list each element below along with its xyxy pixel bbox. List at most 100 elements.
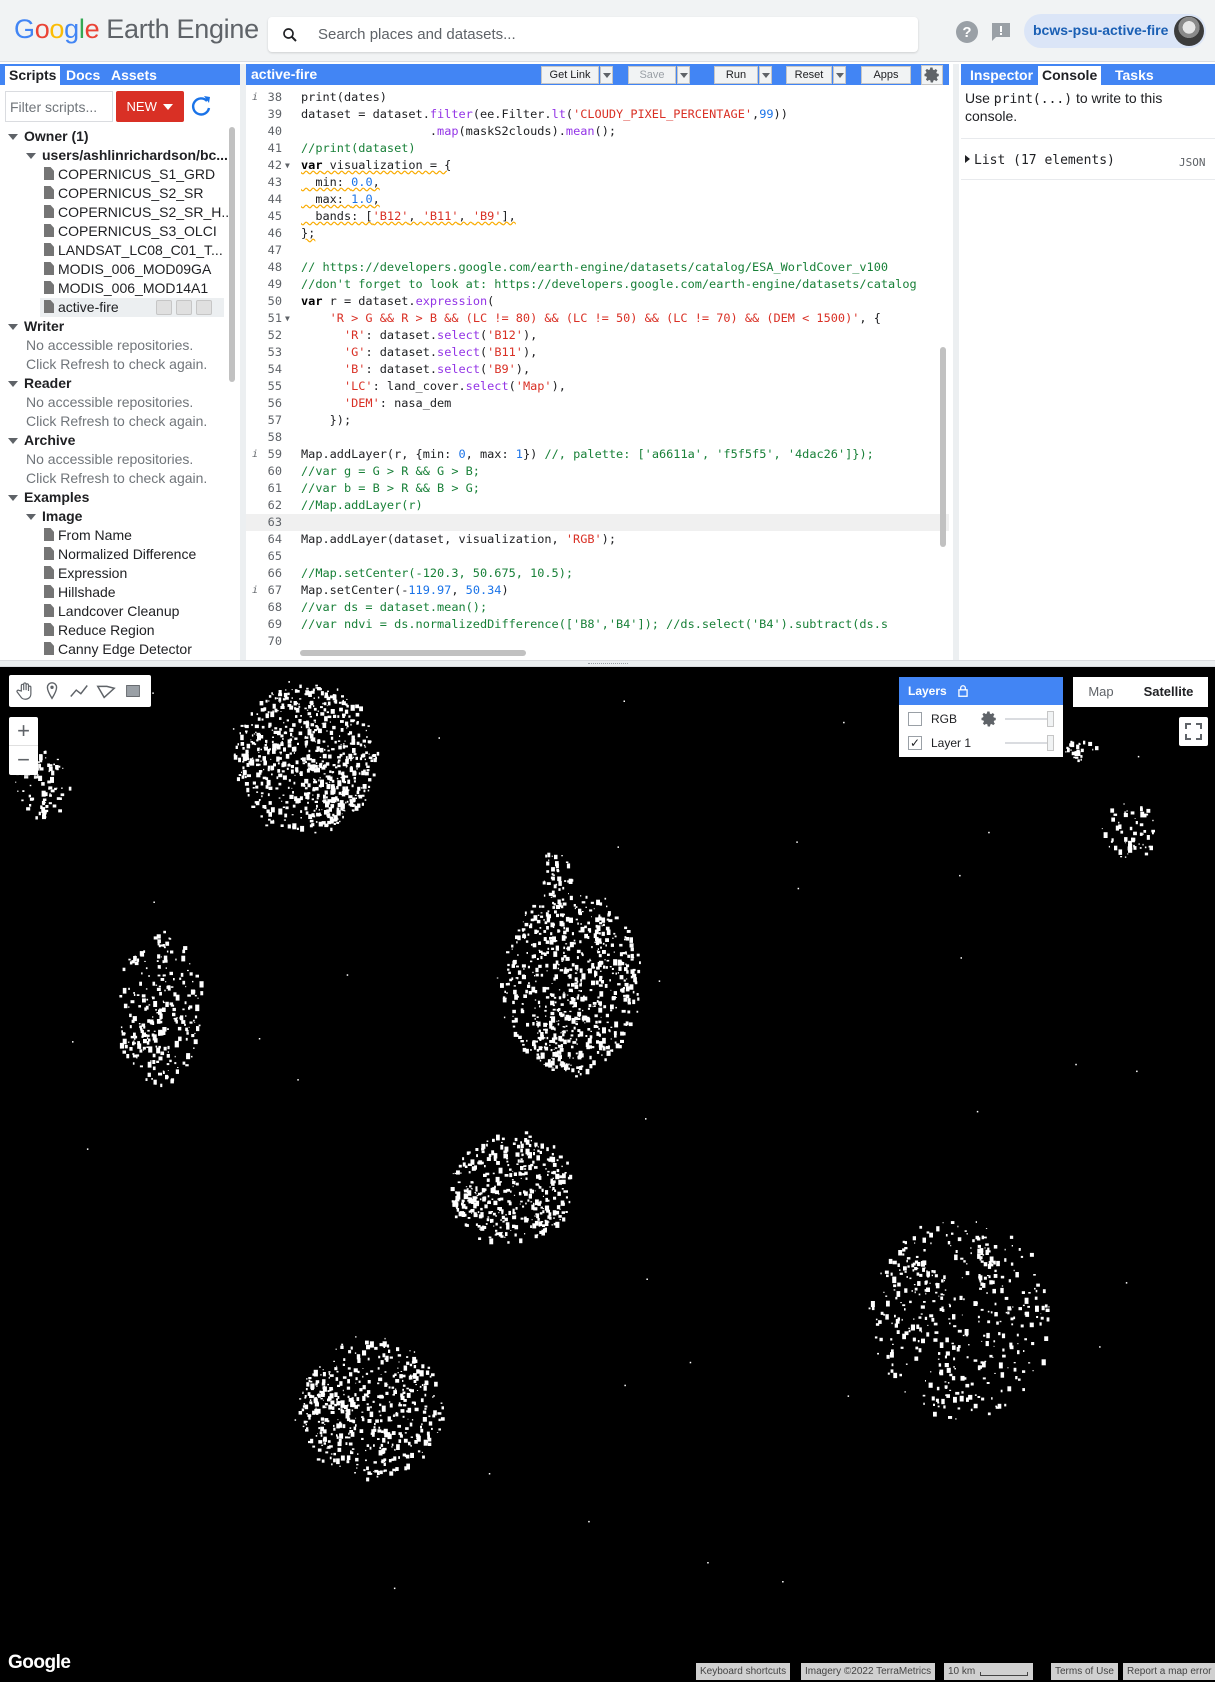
rectangle-icon[interactable]	[122, 680, 144, 702]
info-marker-icon[interactable]: i	[252, 89, 258, 106]
code-line[interactable]: 40 .map(maskS2clouds).mean();	[246, 123, 949, 140]
tree-script-item[interactable]: active-fire	[40, 298, 224, 317]
opacity-slider-handle[interactable]	[1047, 711, 1054, 727]
json-toggle[interactable]: JSON	[1179, 156, 1206, 169]
code-line[interactable]: 46};	[246, 225, 949, 242]
scale-bar[interactable]: 10 km	[944, 1663, 1033, 1680]
tree-script-item[interactable]: Hillshade	[44, 583, 116, 602]
search-input[interactable]	[318, 17, 908, 52]
code-line[interactable]: 69 //var ndvi = ds.normalizedDifference([…	[246, 616, 949, 633]
tree-section[interactable]: Archive	[8, 431, 75, 450]
code-line[interactable]: 62 //Map.addLayer(r)	[246, 497, 949, 514]
tree-section[interactable]: Reader	[8, 374, 71, 393]
feedback-icon[interactable]	[989, 20, 1013, 44]
delete-icon[interactable]	[196, 300, 212, 315]
layer-checkbox-layer1[interactable]: ✓	[908, 736, 922, 750]
code-line[interactable]: 49 //don't forget to look at: https://dev…	[246, 276, 949, 293]
expand-arrow-icon[interactable]	[8, 438, 18, 444]
tree-script-item[interactable]: COPERNICUS_S1_GRD	[44, 165, 215, 184]
editor-settings-button[interactable]	[921, 65, 943, 85]
tree-script-item[interactable]: COPERNICUS_S2_SR	[44, 184, 204, 203]
expand-arrow-icon[interactable]	[8, 134, 18, 140]
layer-settings-gear-icon[interactable]	[980, 710, 998, 728]
reset-button[interactable]: Reset	[786, 66, 832, 84]
tree-script-item[interactable]: MODIS_006_MOD14A1	[44, 279, 208, 298]
left-scrollbar[interactable]	[229, 127, 235, 382]
layer-checkbox-rgb[interactable]	[908, 712, 922, 726]
tree-script-item[interactable]: MODIS_006_MOD09GA	[44, 260, 211, 279]
apps-button[interactable]: Apps	[861, 66, 911, 84]
code-line[interactable]: 44 max: 1.0,	[246, 191, 949, 208]
editor-vertical-scrollbar[interactable]	[940, 347, 946, 547]
help-icon[interactable]: ?	[955, 20, 979, 44]
right-splitter[interactable]	[953, 64, 959, 660]
code-line[interactable]: 58	[246, 429, 949, 446]
tree-script-item[interactable]: Reduce Region	[44, 621, 155, 640]
tab-assets[interactable]: Assets	[107, 66, 161, 85]
code-line[interactable]: 57 });	[246, 412, 949, 429]
get-link-dropdown[interactable]	[600, 66, 613, 84]
code-line[interactable]: 64 Map.addLayer(dataset, visualization, '…	[246, 531, 949, 548]
fold-arrow-icon[interactable]: ▼	[285, 157, 290, 174]
code-line[interactable]: 52 'R': dataset.select('B12'),	[246, 327, 949, 344]
account-chip[interactable]: bcws-psu-active-fire	[1024, 14, 1206, 48]
tree-script-item[interactable]: From Name	[44, 526, 132, 545]
tree-script-item[interactable]: LANDSAT_LC08_C01_T...	[44, 241, 223, 260]
code-line[interactable]: 56 'DEM': nasa_dem	[246, 395, 949, 412]
code-line[interactable]: 45 bands: ['B12', 'B11', 'B9'],	[246, 208, 949, 225]
terms-link[interactable]: Terms of Use	[1051, 1663, 1118, 1680]
pan-hand-icon[interactable]	[14, 680, 36, 702]
tree-script-item[interactable]: COPERNICUS_S3_OLCI	[44, 222, 217, 241]
keyboard-shortcuts-link[interactable]: Keyboard shortcuts	[696, 1663, 791, 1680]
earth-engine-logo[interactable]: Google Earth Engine	[14, 14, 259, 45]
tab-scripts[interactable]: Scripts	[5, 66, 61, 85]
expand-arrow-icon[interactable]	[26, 514, 36, 520]
code-line[interactable]: 41 //print(dataset)	[246, 140, 949, 157]
code-line[interactable]: 54 'B': dataset.select('B9'),	[246, 361, 949, 378]
info-marker-icon[interactable]: i	[252, 446, 258, 463]
report-map-error-link[interactable]: Report a map error	[1123, 1663, 1215, 1680]
code-line[interactable]: 67 i Map.setCenter(-119.97, 50.34)	[246, 582, 949, 599]
code-line[interactable]: 63	[246, 514, 949, 531]
code-line[interactable]: 47	[246, 242, 949, 259]
avatar[interactable]	[1174, 16, 1204, 46]
expand-arrow-icon[interactable]	[26, 153, 36, 159]
code-line[interactable]: 53 'G': dataset.select('B11'),	[246, 344, 949, 361]
code-line[interactable]: 70	[246, 633, 949, 645]
opacity-slider-track[interactable]	[1005, 742, 1051, 744]
tree-section[interactable]: Writer	[8, 317, 64, 336]
lock-icon[interactable]	[956, 684, 970, 698]
save-button[interactable]: Save	[628, 66, 676, 84]
editor-horizontal-scrollbar[interactable]	[300, 650, 526, 656]
marker-icon[interactable]	[41, 680, 63, 702]
info-marker-icon[interactable]: i	[252, 582, 258, 599]
run-button[interactable]: Run	[714, 66, 758, 84]
map-splitter[interactable]	[0, 660, 1215, 667]
reset-dropdown[interactable]	[833, 66, 846, 84]
filter-scripts-input[interactable]	[5, 91, 113, 122]
refresh-icon[interactable]	[188, 91, 215, 122]
tab-console[interactable]: Console	[1038, 66, 1102, 85]
history-icon[interactable]	[156, 300, 172, 315]
map-view[interactable]: + − Layers RGB ✓ Layer 1 Map Satellite G…	[0, 667, 1215, 1682]
tree-script-item[interactable]: Landcover Cleanup	[44, 602, 179, 621]
code-line[interactable]: 60 //var g = G > R && G > B;	[246, 463, 949, 480]
code-line[interactable]: 39 dataset = dataset.filter(ee.Filter.lt(…	[246, 106, 949, 123]
tree-folder[interactable]: Image	[26, 507, 82, 526]
tree-section[interactable]: Examples	[8, 488, 89, 507]
run-dropdown[interactable]	[759, 66, 772, 84]
expand-arrow-icon[interactable]	[8, 495, 18, 501]
tree-script-item[interactable]: Expression	[44, 564, 127, 583]
search-box[interactable]	[268, 17, 918, 52]
tree-script-item[interactable]: Canny Edge Detector	[44, 640, 192, 659]
map-type-satellite[interactable]: Satellite	[1129, 677, 1208, 707]
opacity-slider-track[interactable]	[1005, 718, 1051, 720]
code-line[interactable]: 50 var r = dataset.expression(	[246, 293, 949, 310]
tab-inspector[interactable]: Inspector	[966, 66, 1037, 85]
tree-script-item[interactable]: Normalized Difference	[44, 545, 196, 564]
new-button[interactable]: NEW	[116, 91, 184, 122]
tree-script-item[interactable]: COPERNICUS_S2_SR_H...	[44, 203, 228, 222]
code-line[interactable]: 42 ▼ var visualization = {	[246, 157, 949, 174]
fold-arrow-icon[interactable]: ▼	[285, 310, 290, 327]
expand-triangle-icon[interactable]	[965, 155, 970, 163]
